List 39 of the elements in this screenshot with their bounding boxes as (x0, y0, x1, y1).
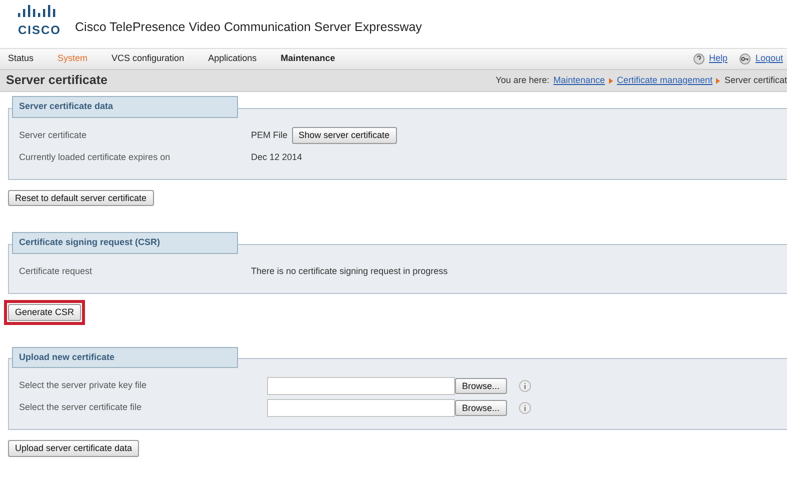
nav-tab[interactable]: VCS configuration (112, 52, 184, 66)
breadcrumb-current: Server certificat (724, 74, 787, 87)
section-title: Server certificate data (12, 96, 238, 118)
nav-tab[interactable]: Applications (208, 52, 257, 66)
nav-tab[interactable]: Status (8, 52, 34, 66)
action-button[interactable]: Generate CSR (8, 304, 82, 321)
nav-tab[interactable]: Maintenance (280, 52, 336, 66)
section-title: Upload new certificate (12, 346, 238, 368)
field-label: Select the server private key file (19, 379, 148, 392)
field-label: Currently loaded certificate expires on (19, 150, 172, 164)
file-path-field[interactable] (267, 377, 455, 396)
nav-link[interactable]: Help (708, 52, 728, 66)
section-title: Certificate signing request (CSR) (12, 232, 238, 254)
field-label: Select the server certificate file (19, 401, 143, 414)
page-title: Server certificate (6, 72, 108, 90)
logo-bars-icon (18, 4, 56, 17)
action-button[interactable]: Upload server certificate data (8, 440, 140, 457)
action-button[interactable]: Reset to default server certificate (8, 190, 154, 206)
browse-button[interactable]: Browse... (455, 400, 507, 416)
info-icon[interactable] (518, 380, 531, 392)
product-title: Cisco TelePresence Video Communication Server Expressway (75, 18, 422, 36)
field-label: Server certificate (19, 128, 88, 142)
arrow-icon (608, 78, 613, 84)
help-icon (692, 53, 705, 65)
field-label: Certificate request (19, 265, 94, 278)
breadcrumb-label: You are here: (496, 74, 550, 87)
field-value: Dec 12 2014 (251, 150, 302, 164)
arrow-icon (716, 78, 720, 84)
field-value: There is no certificate signing request in progress (251, 265, 448, 278)
file-path-field[interactable] (267, 399, 455, 418)
info-icon[interactable] (518, 402, 531, 414)
breadcrumb-link[interactable]: Maintenance (553, 74, 605, 88)
logo-text: CISCO (18, 24, 62, 36)
nav-link[interactable]: Logout (755, 52, 783, 66)
show-certificate-button[interactable]: Show server certificate (292, 127, 397, 144)
field-value: PEM File (251, 128, 288, 142)
browse-button[interactable]: Browse... (455, 378, 507, 394)
breadcrumb-link[interactable]: Certificate management (616, 74, 712, 88)
key-icon (739, 53, 752, 65)
